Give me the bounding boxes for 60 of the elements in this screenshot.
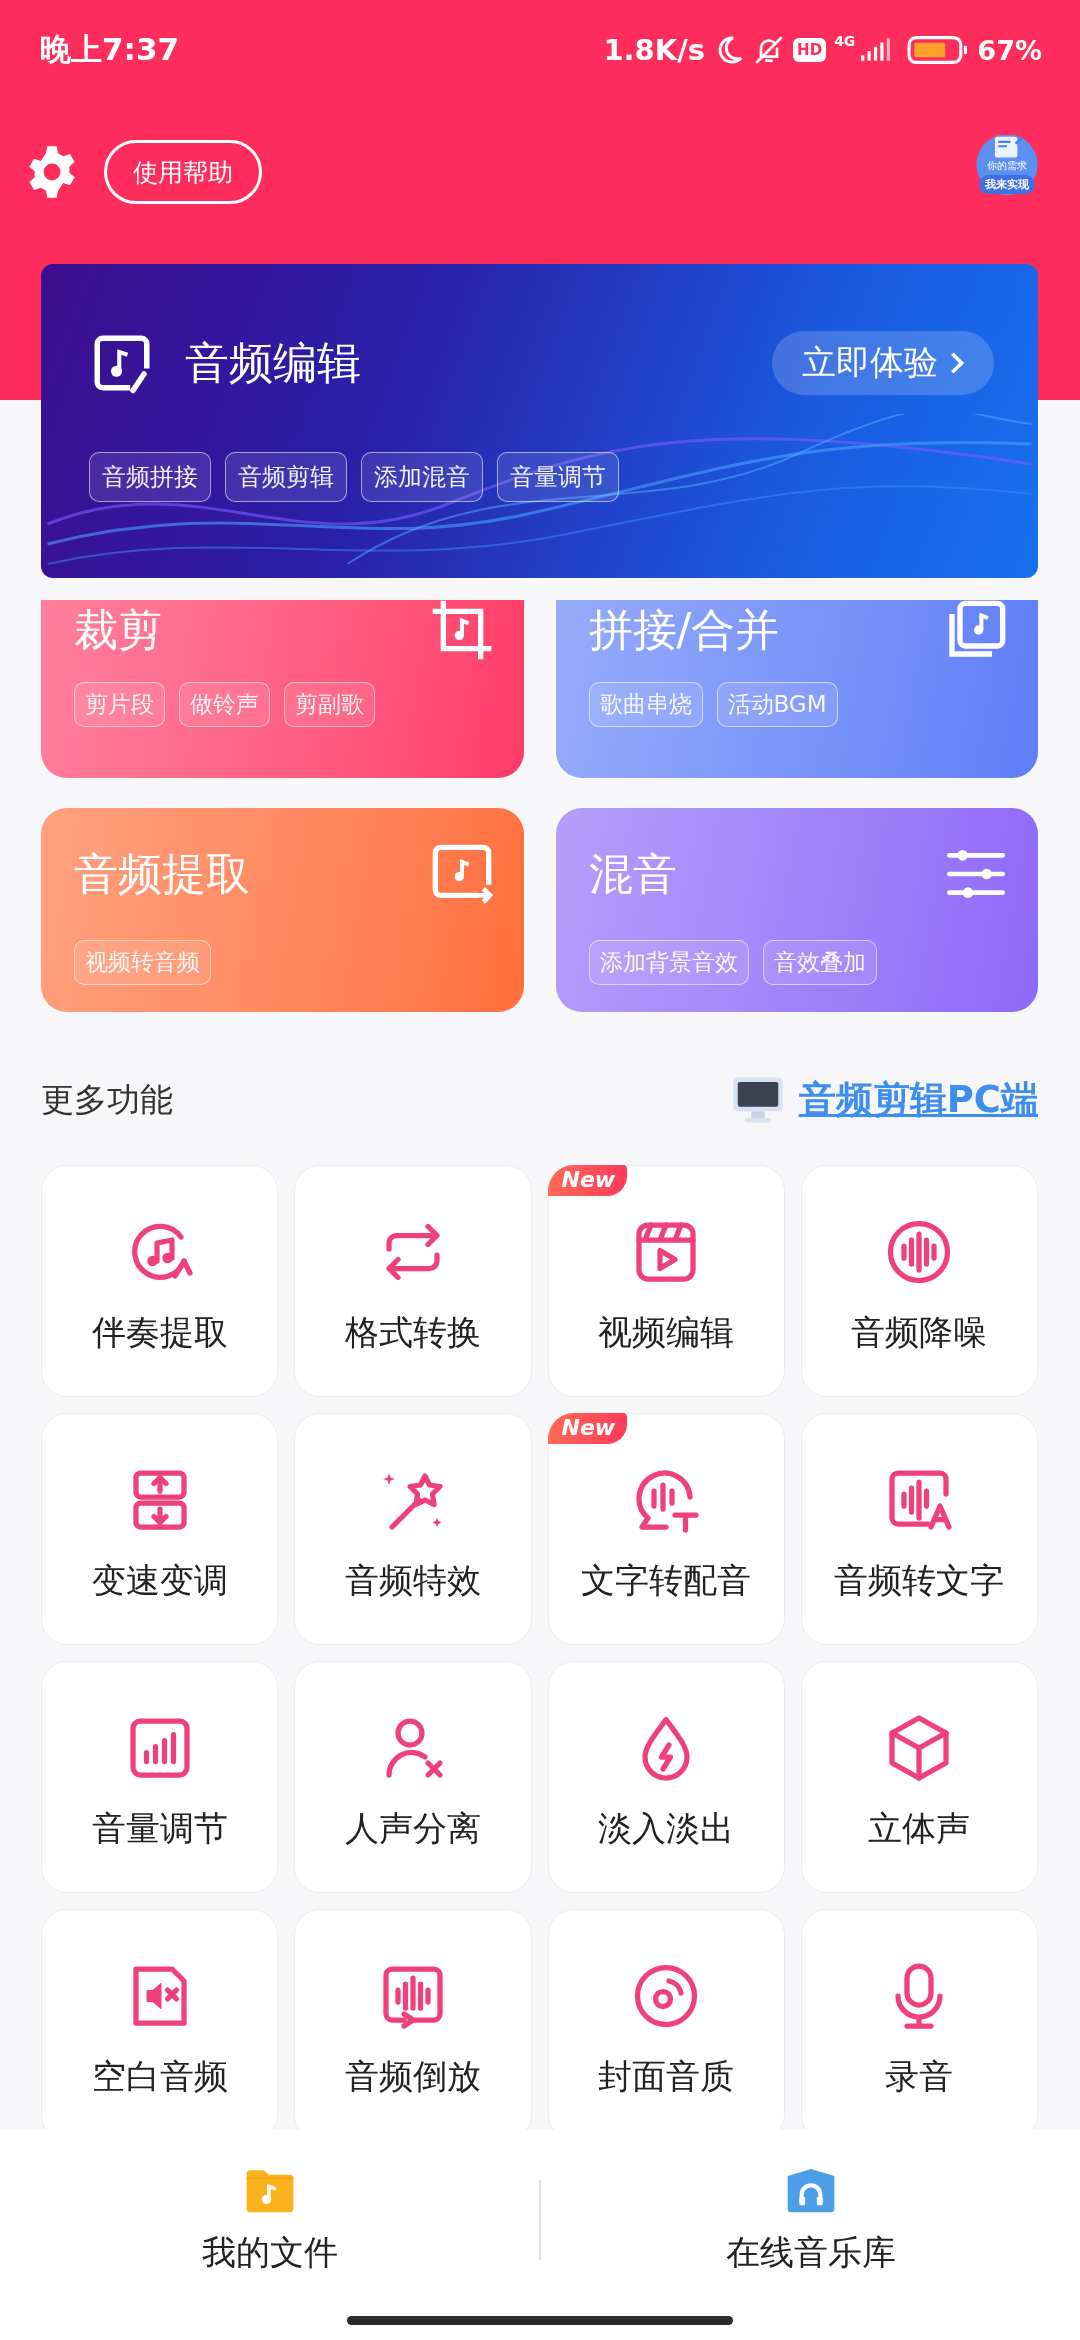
feature-tag[interactable]: 音频拼接 — [89, 452, 211, 502]
nav-tab[interactable]: 我的文件 — [0, 2164, 539, 2276]
tool-label: 视频编辑 — [598, 1311, 735, 1354]
tool-label: 音频倒放 — [344, 2055, 481, 2098]
tool-label: 人声分离 — [344, 1807, 481, 1850]
banner-title: 音频编辑 — [185, 335, 361, 390]
tool-tile[interactable]: 音频转文字 — [800, 1413, 1038, 1645]
tool-tile[interactable]: 人声分离 — [294, 1661, 532, 1893]
tool-tile[interactable]: 音频特效 — [294, 1413, 532, 1645]
network-speed: 1.8K/s — [603, 33, 706, 67]
nav-tab[interactable]: 在线音乐库 — [541, 2164, 1080, 2276]
tool-tile[interactable]: 音频降噪 — [800, 1165, 1038, 1397]
tool-tile[interactable]: 立体声 — [800, 1661, 1038, 1893]
card-title: 裁剪 — [74, 602, 162, 657]
tool-label: 文字转配音 — [581, 1559, 752, 1602]
tool-tile[interactable]: 音量调节 — [41, 1661, 279, 1893]
signal-icon — [859, 37, 892, 63]
tool-label: 淡入淡出 — [598, 1807, 735, 1850]
tool-label: 立体声 — [868, 1807, 971, 1850]
tool-label: 伴奏提取 — [91, 1311, 228, 1354]
card-title: 拼接/合并 — [588, 602, 780, 657]
tool-tile[interactable]: 格式转换 — [294, 1165, 532, 1397]
try-now-button[interactable]: 立即体验 — [772, 331, 994, 395]
badge-label: 我来实现 — [979, 175, 1035, 194]
audio-edit-banner[interactable]: 音频编辑 立即体验 音频拼接 音频剪辑 添加混音 音量调节 — [41, 264, 1038, 578]
tool-label: 封面音质 — [598, 2055, 735, 2098]
tool-label: 录音 — [885, 2055, 954, 2098]
tool-tile[interactable]: New 视频编辑 — [547, 1165, 785, 1397]
feature-tag[interactable]: 音频剪辑 — [225, 452, 347, 502]
tool-tile[interactable]: 淡入淡出 — [547, 1661, 785, 1893]
feature-tag[interactable]: 音量调节 — [497, 452, 619, 502]
tool-label: 格式转换 — [344, 1311, 481, 1354]
tool-label: 音频降噪 — [851, 1311, 988, 1354]
card-title: 音频提取 — [74, 846, 250, 901]
tool-tile[interactable]: 伴奏提取 — [41, 1165, 279, 1397]
tool-tile[interactable]: 封面音质 — [547, 1909, 785, 2130]
tool-label: 音频转文字 — [834, 1559, 1005, 1602]
monitor-icon — [730, 1075, 785, 1125]
feature-tag[interactable]: 添加混音 — [361, 452, 483, 502]
chevron-right-icon — [950, 351, 964, 375]
section-title: 更多功能 — [41, 1078, 173, 1121]
tool-label: 音量调节 — [91, 1807, 228, 1850]
tool-tile[interactable]: 录音 — [800, 1909, 1038, 2130]
tool-label: 变速变调 — [91, 1559, 228, 1602]
card-title: 混音 — [588, 846, 677, 901]
tool-tile[interactable]: 变速变调 — [41, 1413, 279, 1645]
clock-time: 晚上7:37 — [40, 30, 180, 69]
tool-tile[interactable]: New 文字转配音 — [547, 1413, 785, 1645]
tool-label: 音频特效 — [344, 1559, 481, 1602]
new-badge: New — [547, 1413, 628, 1444]
badge-caption: 你的需求 — [987, 159, 1027, 173]
tool-tile[interactable]: 音频倒放 — [294, 1909, 532, 2130]
battery-percent: 67% — [977, 34, 1042, 66]
tool-label: 空白音频 — [91, 2055, 228, 2098]
tool-tile[interactable]: 空白音频 — [41, 1909, 279, 2130]
battery-icon — [907, 35, 970, 65]
hd-badge: HD — [793, 38, 827, 62]
help-button[interactable]: 使用帮助 — [104, 140, 262, 204]
network-type: 4G — [834, 33, 856, 49]
new-badge: New — [547, 1165, 628, 1196]
